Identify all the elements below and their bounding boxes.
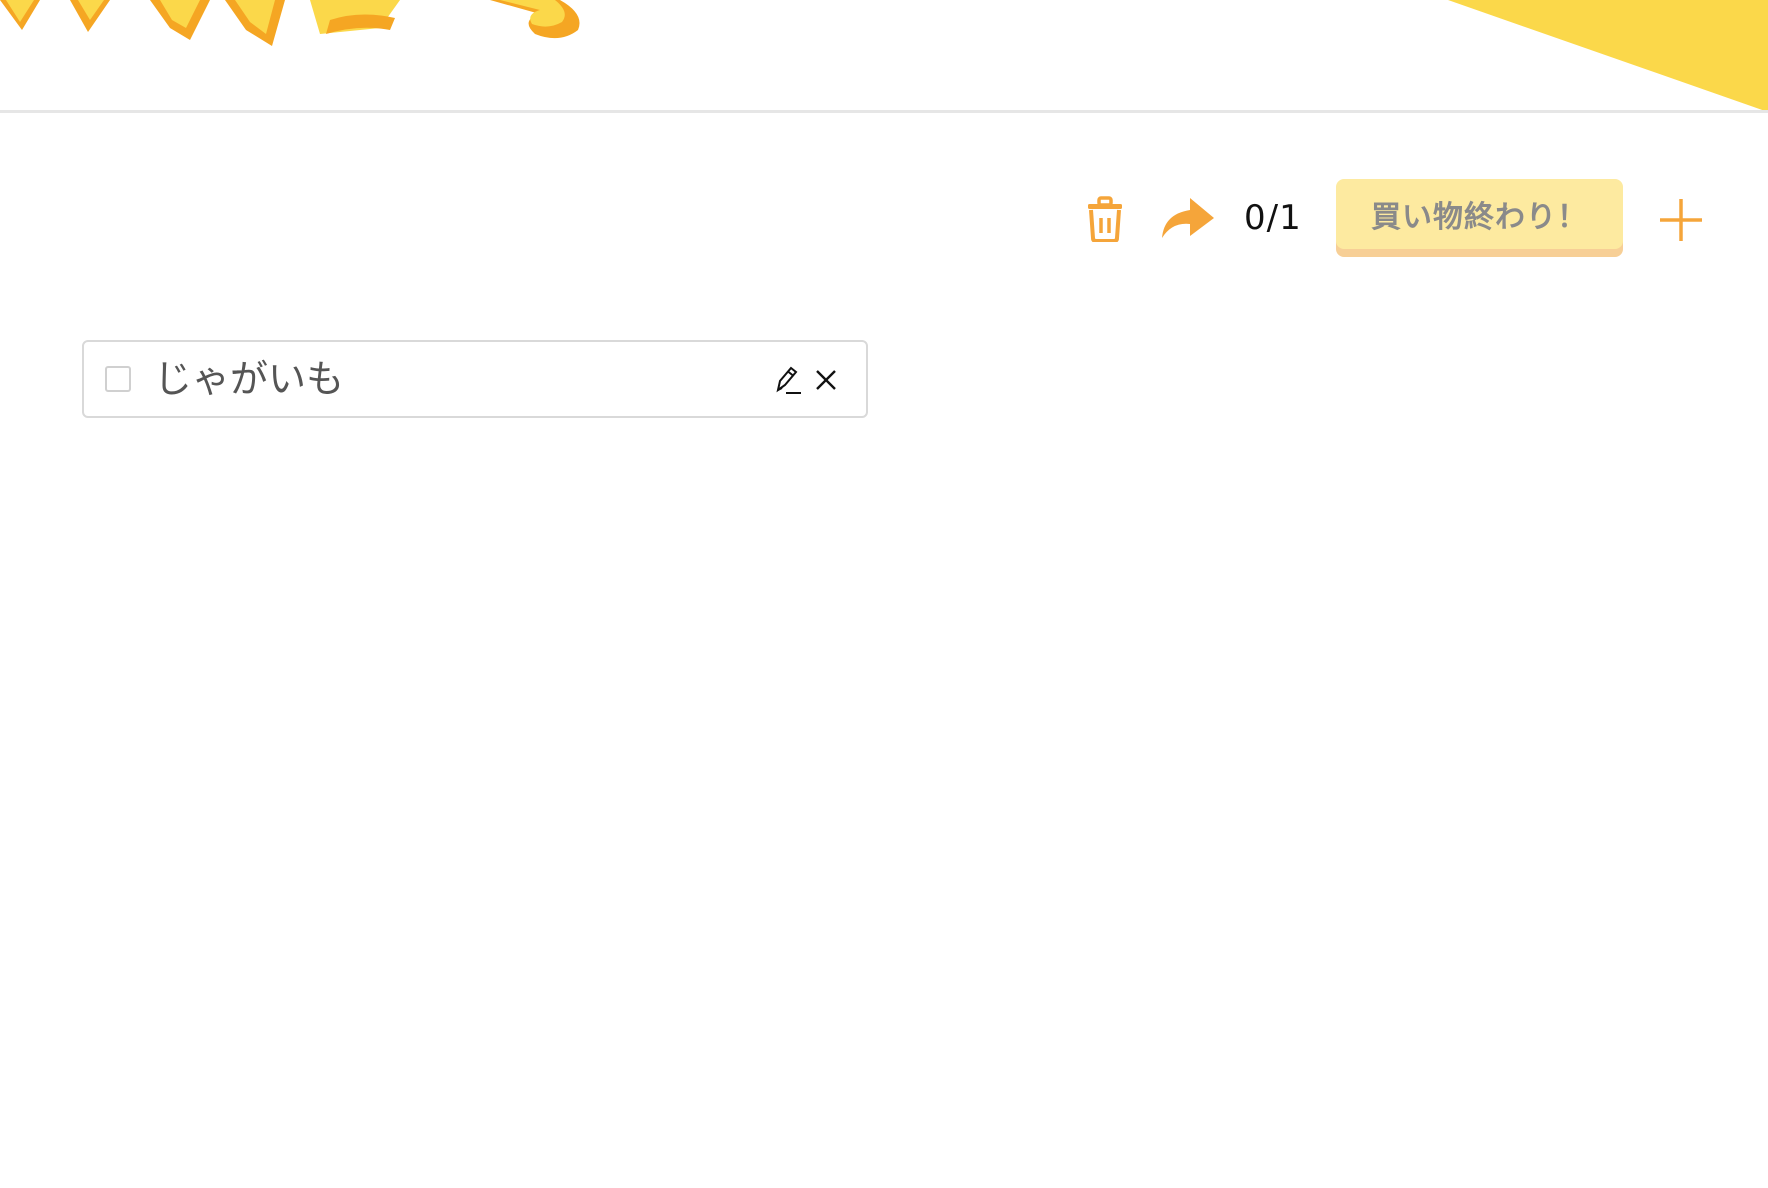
checked-count: 0/1	[1244, 198, 1302, 238]
shopping-memo-logo-icon	[0, 0, 580, 46]
trash-icon[interactable]	[1082, 196, 1128, 242]
list-item: じゃがいも	[82, 340, 868, 418]
app-header	[0, 0, 1768, 113]
pencil-icon[interactable]	[772, 364, 802, 396]
yellow-corner-decoration-icon	[1448, 0, 1768, 110]
finish-shopping-button[interactable]: 買い物終わり！	[1336, 179, 1623, 249]
item-checkbox[interactable]	[105, 366, 131, 392]
close-icon[interactable]	[814, 368, 838, 392]
item-label: じゃがいも	[154, 357, 345, 401]
plus-icon[interactable]	[1658, 197, 1704, 243]
share-arrow-icon[interactable]	[1160, 196, 1216, 240]
